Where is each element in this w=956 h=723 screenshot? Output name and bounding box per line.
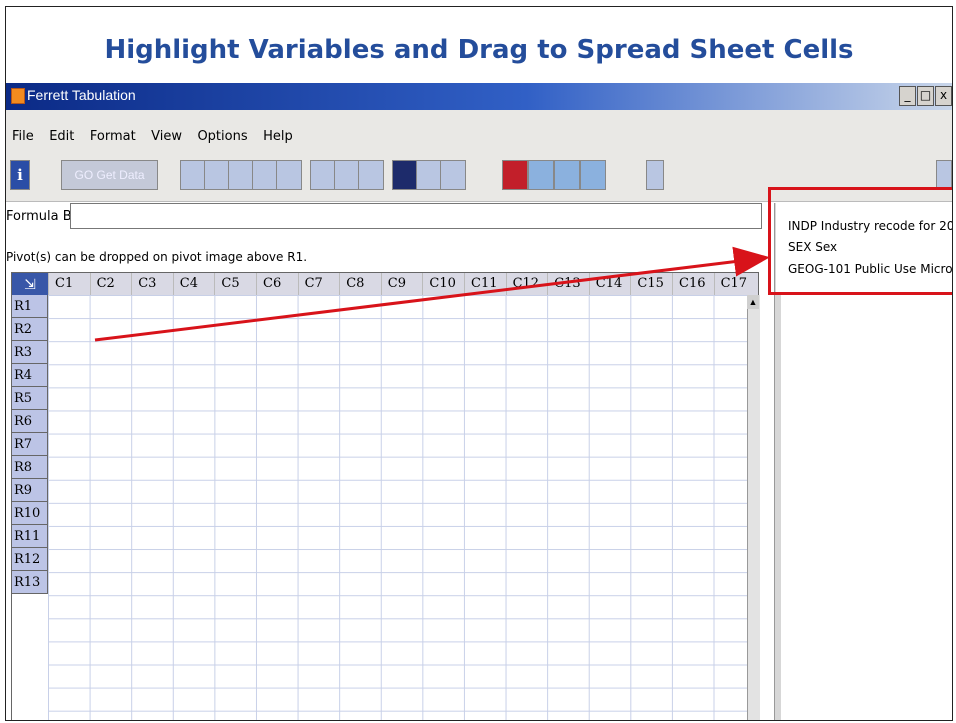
row-header[interactable]: R3: [12, 341, 48, 364]
column-header[interactable]: C12: [505, 273, 548, 295]
pivot-hint: Pivot(s) can be dropped on pivot image a…: [6, 250, 308, 264]
info-icon[interactable]: i: [10, 160, 30, 190]
app-icon: [11, 88, 25, 104]
grid-icon[interactable]: [528, 160, 554, 190]
spreadsheet: ⇲ C1 C2 C3 C4 C5 C6 C7 C8 C9 C10 C11 C12…: [11, 272, 760, 720]
row-header[interactable]: R7: [12, 433, 48, 456]
row-header[interactable]: R13: [12, 571, 48, 594]
menu-help[interactable]: Help: [263, 129, 293, 144]
filter-icon[interactable]: [334, 160, 360, 190]
row-header[interactable]: R5: [12, 387, 48, 410]
column-header[interactable]: C10: [422, 273, 464, 295]
grid-percent-icon[interactable]: [554, 160, 580, 190]
chart-axis-icon[interactable]: [252, 160, 278, 190]
get-data-button[interactable]: GO Get Data: [61, 160, 158, 190]
row-header[interactable]: R8: [12, 456, 48, 479]
menu-bar: File Edit Format View Options Help: [6, 110, 952, 154]
column-header[interactable]: C2: [89, 273, 132, 295]
chart-bar-icon[interactable]: [180, 160, 206, 190]
menu-format[interactable]: Format: [90, 129, 136, 144]
formula-bar-input[interactable]: [70, 203, 762, 229]
percent-icon[interactable]: [358, 160, 384, 190]
sort-icon[interactable]: [310, 160, 336, 190]
window-titlebar[interactable]: Ferrett Tabulation _ □ x: [6, 83, 952, 110]
window-controls: _ □ x: [899, 86, 952, 106]
column-header[interactable]: C17: [713, 273, 748, 295]
column-header[interactable]: C3: [131, 273, 173, 295]
column-header[interactable]: C5: [214, 273, 256, 295]
cell-grid[interactable]: [48, 295, 758, 720]
row-header[interactable]: R2: [12, 318, 48, 341]
row-header[interactable]: R11: [12, 525, 48, 548]
window-title: Ferrett Tabulation: [27, 87, 136, 103]
slide-title: Highlight Variables and Drag to Spread S…: [104, 35, 854, 65]
close-button[interactable]: x: [935, 86, 952, 106]
menu-file[interactable]: File: [12, 129, 34, 144]
window-icon[interactable]: [936, 160, 952, 190]
grid-total-icon[interactable]: [580, 160, 606, 190]
column-header[interactable]: C4: [172, 273, 215, 295]
table-icon[interactable]: [392, 160, 418, 190]
column-header[interactable]: C15: [630, 273, 672, 295]
menu-edit[interactable]: Edit: [49, 129, 74, 144]
menu-view[interactable]: View: [151, 129, 182, 144]
row-header[interactable]: R12: [12, 548, 48, 571]
column-header[interactable]: C14: [588, 273, 631, 295]
column-header[interactable]: C7: [297, 273, 340, 295]
chart-area-icon[interactable]: [228, 160, 254, 190]
column-header[interactable]: C9: [380, 273, 423, 295]
refresh-icon[interactable]: [440, 160, 466, 190]
row-header[interactable]: R4: [12, 364, 48, 387]
highlight-box: [768, 187, 952, 295]
scroll-up-icon[interactable]: ▲: [747, 295, 759, 309]
row-header[interactable]: R10: [12, 502, 48, 525]
cancel-icon[interactable]: [502, 160, 528, 190]
column-header[interactable]: C8: [339, 273, 381, 295]
table-export-icon[interactable]: [416, 160, 442, 190]
row-header[interactable]: R6: [12, 410, 48, 433]
column-header[interactable]: C13: [547, 273, 589, 295]
row-header[interactable]: R1: [12, 295, 48, 318]
column-header[interactable]: C16: [672, 273, 714, 295]
column-header[interactable]: C1: [48, 273, 90, 295]
slide-frame: Highlight Variables and Drag to Spread S…: [5, 6, 953, 721]
menu-options[interactable]: Options: [197, 129, 247, 144]
column-header-row: ⇲ C1 C2 C3 C4 C5 C6 C7 C8 C9 C10 C11 C12…: [12, 273, 758, 296]
map-icon[interactable]: [276, 160, 302, 190]
pivot-drop-icon[interactable]: ⇲: [12, 273, 49, 295]
maximize-button[interactable]: □: [917, 86, 934, 106]
column-header[interactable]: C11: [464, 273, 506, 295]
column-header[interactable]: C6: [256, 273, 298, 295]
vertical-scrollbar[interactable]: [747, 295, 760, 720]
row-header[interactable]: R9: [12, 479, 48, 502]
mobile-icon[interactable]: [646, 160, 664, 190]
minimize-button[interactable]: _: [899, 86, 916, 106]
chart-line-icon[interactable]: [204, 160, 230, 190]
